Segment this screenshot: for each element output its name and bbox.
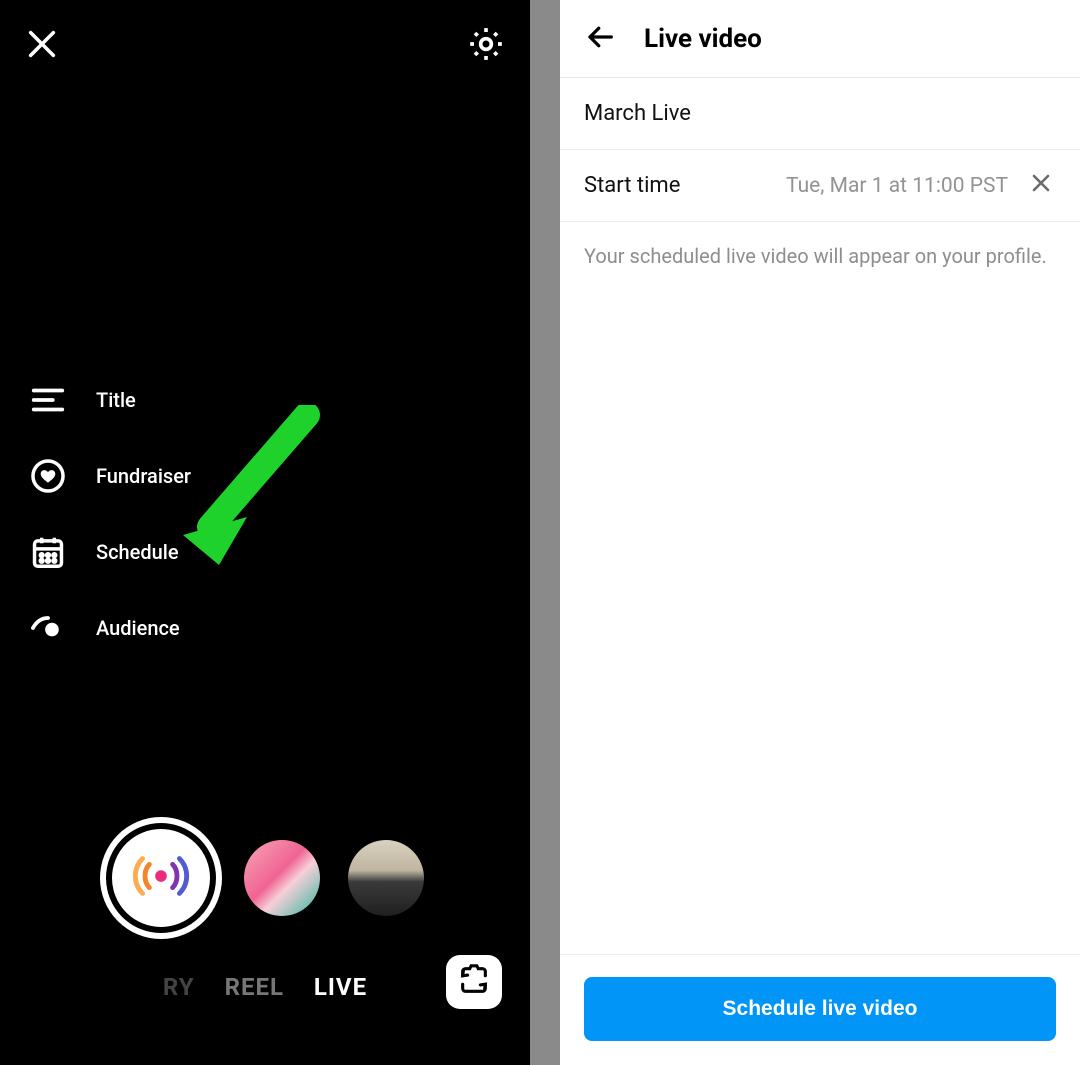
start-time-right: Tue, Mar 1 at 11:00 PST bbox=[786, 171, 1056, 201]
live-camera-panel: Title Fundraiser Schedule bbox=[0, 0, 530, 1065]
start-time-row[interactable]: Start time Tue, Mar 1 at 11:00 PST bbox=[560, 150, 1080, 222]
eye-icon bbox=[28, 608, 68, 648]
effect-thumbnail-2[interactable] bbox=[348, 840, 424, 916]
option-label: Schedule bbox=[96, 540, 179, 564]
fundraiser-option[interactable]: Fundraiser bbox=[28, 456, 191, 496]
start-time-label: Start time bbox=[584, 173, 680, 198]
panel-header: Live video bbox=[560, 0, 1080, 78]
back-button[interactable] bbox=[580, 19, 620, 59]
title-option[interactable]: Title bbox=[28, 380, 191, 420]
event-title-value: March Live bbox=[584, 101, 691, 126]
start-time-value: Tue, Mar 1 at 11:00 PST bbox=[786, 174, 1008, 198]
mode-item-reel[interactable]: REEL bbox=[225, 973, 284, 1001]
flip-camera-icon bbox=[457, 963, 491, 1001]
mode-item-partial[interactable]: RY bbox=[163, 973, 195, 1001]
panel-divider bbox=[530, 0, 560, 1065]
option-label: Title bbox=[96, 388, 136, 412]
schedule-option[interactable]: Schedule bbox=[28, 532, 191, 572]
schedule-live-video-button[interactable]: Schedule live video bbox=[584, 977, 1056, 1041]
close-icon bbox=[25, 27, 59, 65]
event-title-field[interactable]: March Live bbox=[560, 78, 1080, 150]
gear-icon bbox=[466, 24, 506, 68]
calendar-icon bbox=[28, 532, 68, 572]
bottom-controls: RY REEL LIVE bbox=[0, 785, 530, 1065]
annotation-arrow bbox=[175, 405, 325, 569]
panel-title: Live video bbox=[644, 24, 762, 54]
close-button[interactable] bbox=[22, 26, 62, 66]
option-label: Fundraiser bbox=[96, 464, 191, 488]
settings-button[interactable] bbox=[464, 24, 508, 68]
schedule-live-panel: Live video March Live Start time Tue, Ma… bbox=[560, 0, 1080, 1065]
effect-thumbnail-1[interactable] bbox=[244, 840, 320, 916]
close-icon bbox=[1029, 171, 1053, 201]
schedule-note: Your scheduled live video will appear on… bbox=[560, 222, 1080, 290]
panel-footer: Schedule live video bbox=[560, 954, 1080, 1065]
mode-item-live[interactable]: LIVE bbox=[314, 973, 367, 1001]
broadcast-icon bbox=[130, 845, 192, 911]
heart-circle-icon bbox=[28, 456, 68, 496]
lines-icon bbox=[28, 380, 68, 420]
live-options-list: Title Fundraiser Schedule bbox=[28, 380, 191, 648]
audience-option[interactable]: Audience bbox=[28, 608, 191, 648]
flip-camera-button[interactable] bbox=[446, 955, 502, 1009]
clear-start-time-button[interactable] bbox=[1026, 171, 1056, 201]
effect-selector-row bbox=[0, 823, 530, 933]
option-label: Audience bbox=[96, 616, 180, 640]
top-bar bbox=[0, 18, 530, 74]
arrow-left-icon bbox=[583, 22, 617, 56]
go-live-button[interactable] bbox=[106, 823, 216, 933]
